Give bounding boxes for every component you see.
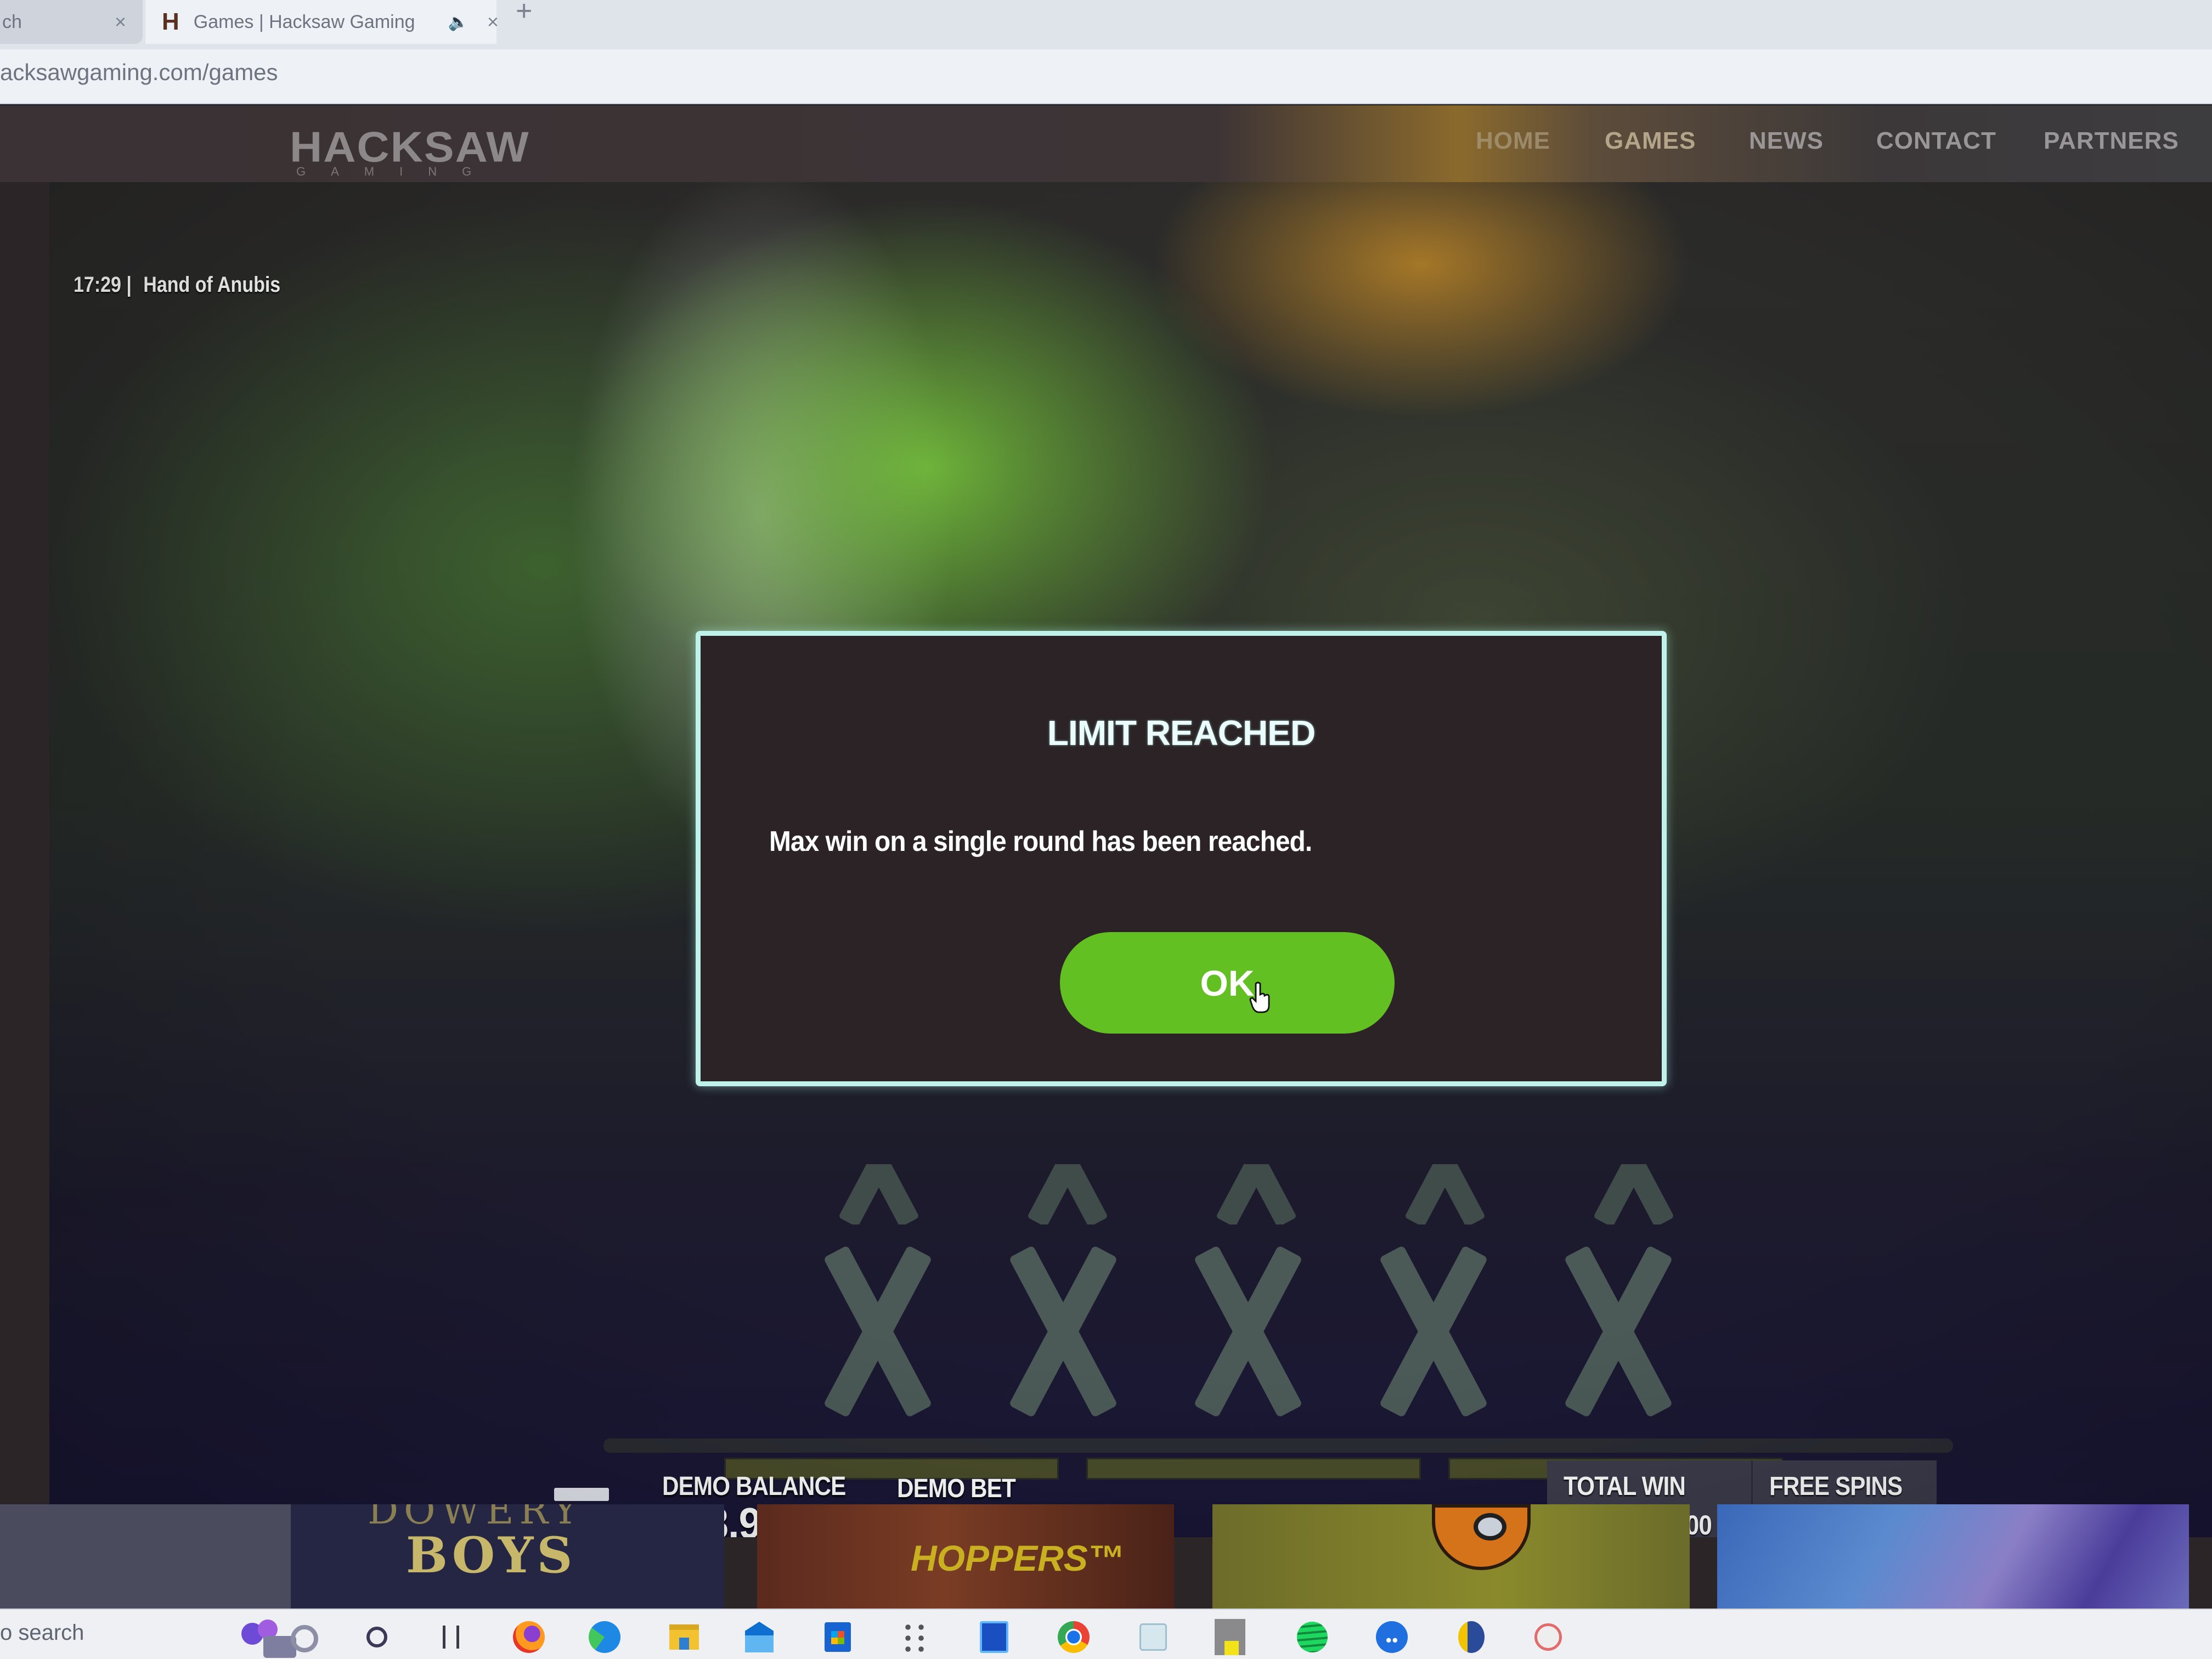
- game-thumbnail[interactable]: [1212, 1504, 1690, 1609]
- game-thumbnail[interactable]: [0, 1504, 291, 1609]
- reel-row-bottom: [795, 1245, 1695, 1418]
- game-thumbnail[interactable]: [1717, 1504, 2189, 1609]
- thumbnail-title: BOYS: [406, 1526, 576, 1584]
- url-text[interactable]: acksawgaming.com/games: [0, 59, 278, 86]
- dropbox-icon[interactable]: [897, 1620, 932, 1655]
- x-symbol-icon: [795, 1245, 955, 1418]
- ok-button-label: OK: [1200, 962, 1255, 1003]
- new-tab-icon[interactable]: +: [516, 0, 532, 25]
- x-symbol-icon: [1374, 1164, 1516, 1224]
- widgets-icon[interactable]: [236, 1620, 329, 1658]
- cortana-icon[interactable]: [359, 1620, 394, 1655]
- store-icon[interactable]: [820, 1620, 855, 1655]
- site-header: HACKSAW GAMING HOME GAMES NEWS CONTACT P…: [0, 105, 2212, 182]
- free-spins-label: FREE SPINS: [1769, 1472, 1903, 1501]
- tab-title: ch: [2, 11, 22, 32]
- limit-reached-dialog: LIMIT REACHED Max win on a single round …: [696, 631, 1667, 1086]
- total-win-label: TOTAL WIN: [1564, 1472, 1686, 1501]
- ok-button[interactable]: OK: [1060, 932, 1395, 1034]
- browser-tab-strip: ch × H Games | Hacksaw Gaming 🔈 × +: [0, 0, 2212, 49]
- x-symbol-icon: [1166, 1245, 1325, 1418]
- hacksaw-logo-sub: GAMING: [296, 165, 497, 178]
- game-title: Hand of Anubis: [143, 273, 281, 297]
- game-clock: 17:29 |: [74, 273, 132, 297]
- reel-row-top: [785, 1164, 1728, 1230]
- address-bar[interactable]: acksawgaming.com/games: [0, 49, 2212, 104]
- messenger-icon[interactable]: [1374, 1620, 1409, 1655]
- app-icon[interactable]: [1531, 1620, 1566, 1655]
- speaker-icon[interactable]: 🔈: [448, 13, 469, 32]
- nav-partners[interactable]: PARTNERS: [2044, 127, 2179, 155]
- demo-bet-label: DEMO BET: [897, 1474, 1016, 1503]
- tab-close-icon[interactable]: ×: [115, 10, 126, 33]
- x-symbol-icon: [1351, 1245, 1510, 1418]
- x-symbol-icon: [981, 1245, 1140, 1418]
- app-icon[interactable]: [1136, 1620, 1171, 1655]
- website: HACKSAW GAMING HOME GAMES NEWS CONTACT P…: [0, 105, 2212, 1609]
- nav-home[interactable]: HOME: [1476, 127, 1550, 155]
- nav-news[interactable]: NEWS: [1749, 127, 1824, 155]
- thumbnail-title: HOPPERS™: [911, 1538, 1124, 1578]
- nav-contact[interactable]: CONTACT: [1876, 127, 1996, 155]
- file-explorer-icon[interactable]: [667, 1620, 702, 1655]
- x-symbol-icon: [1185, 1164, 1328, 1224]
- app-icon[interactable]: [1212, 1619, 1248, 1655]
- tab-title: Games | Hacksaw Gaming: [193, 11, 415, 32]
- hacksaw-favicon-icon: H: [162, 8, 179, 35]
- hand-cursor-icon: [1249, 981, 1270, 1013]
- app-icon[interactable]: [977, 1620, 1012, 1655]
- edge-icon[interactable]: [587, 1620, 622, 1655]
- task-view-icon[interactable]: [433, 1620, 469, 1655]
- spotify-icon[interactable]: [1295, 1620, 1330, 1655]
- x-symbol-icon: [808, 1164, 950, 1224]
- character-icon: [1432, 1504, 1531, 1570]
- demo-balance-label: DEMO BALANCE: [662, 1472, 846, 1501]
- x-symbol-icon: [1536, 1245, 1695, 1418]
- dialog-message: Max win on a single round has been reach…: [769, 826, 1312, 857]
- game-thumbnails-row: DOWERY BOYS HOPPERS™: [0, 1504, 2212, 1609]
- x-symbol-icon: [996, 1164, 1139, 1224]
- app-icon[interactable]: [1454, 1620, 1489, 1655]
- dialog-title: LIMIT REACHED: [1047, 713, 1316, 753]
- game-info-bar: 17:29 | Hand of Anubis: [74, 273, 280, 297]
- tab-close-icon[interactable]: ×: [487, 10, 499, 33]
- windows-taskbar: o search: [0, 1609, 2212, 1659]
- browser-tab-active[interactable]: H Games | Hacksaw Gaming 🔈 ×: [145, 0, 499, 44]
- firefox-icon[interactable]: [511, 1620, 546, 1655]
- reel-shelf: [603, 1438, 1953, 1453]
- x-symbol-icon: [1562, 1164, 1705, 1224]
- game-thumbnail[interactable]: DOWERY BOYS: [291, 1504, 724, 1609]
- chrome-icon[interactable]: [1056, 1620, 1091, 1655]
- taskbar-search[interactable]: o search: [0, 1621, 84, 1645]
- browser-tab-inactive[interactable]: ch ×: [0, 0, 143, 44]
- slot-reels: [603, 1164, 1953, 1493]
- mail-icon[interactable]: [742, 1620, 777, 1655]
- nav-games[interactable]: GAMES: [1605, 127, 1696, 155]
- game-thumbnail[interactable]: HOPPERS™: [757, 1504, 1174, 1609]
